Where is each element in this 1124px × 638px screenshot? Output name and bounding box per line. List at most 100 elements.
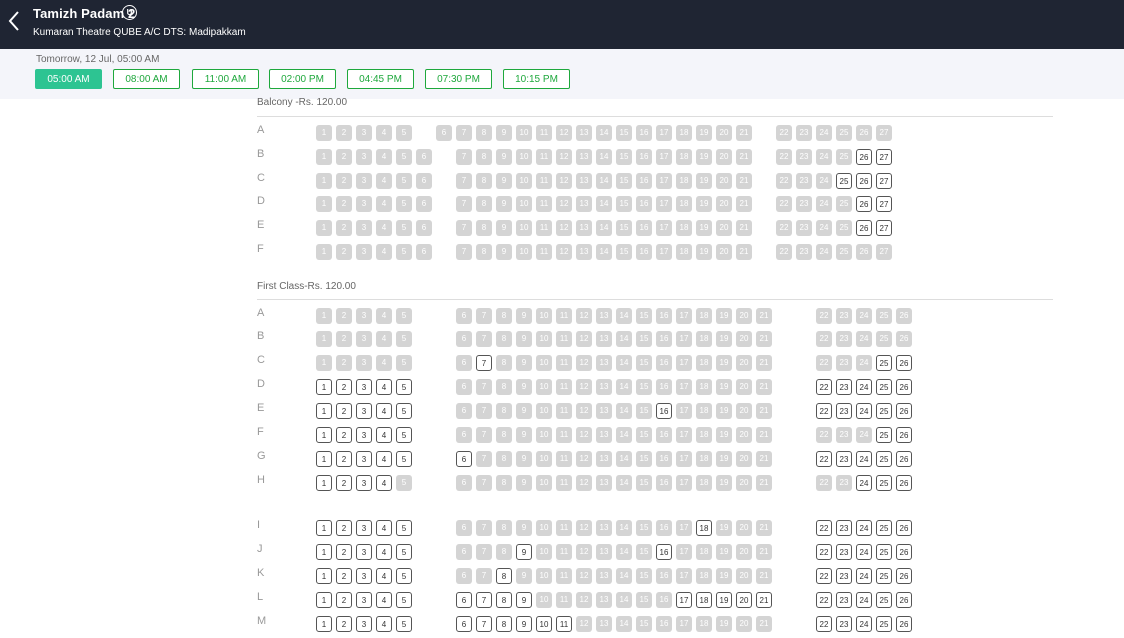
seat-L-25[interactable]: 25 xyxy=(876,592,892,608)
seat-J-25[interactable]: 25 xyxy=(876,544,892,560)
seat-J-2[interactable]: 2 xyxy=(336,544,352,560)
seat-K-3[interactable]: 3 xyxy=(356,568,372,584)
seat-D-1[interactable]: 1 xyxy=(316,379,332,395)
seat-H-24[interactable]: 24 xyxy=(856,475,872,491)
seat-M-1[interactable]: 1 xyxy=(316,616,332,632)
seat-E-2[interactable]: 2 xyxy=(336,403,352,419)
seat-K-8[interactable]: 8 xyxy=(496,568,512,584)
back-arrow-icon[interactable] xyxy=(6,8,24,34)
seat-L-5[interactable]: 5 xyxy=(396,592,412,608)
seat-M-26[interactable]: 26 xyxy=(896,616,912,632)
seat-C-25[interactable]: 25 xyxy=(836,173,852,189)
seat-E-23[interactable]: 23 xyxy=(836,403,852,419)
seat-L-26[interactable]: 26 xyxy=(896,592,912,608)
seat-K-1[interactable]: 1 xyxy=(316,568,332,584)
seat-K-23[interactable]: 23 xyxy=(836,568,852,584)
seat-H-3[interactable]: 3 xyxy=(356,475,372,491)
seat-G-5[interactable]: 5 xyxy=(396,451,412,467)
showtime-button[interactable]: 07:30 PM xyxy=(425,69,492,89)
seat-L-19[interactable]: 19 xyxy=(716,592,732,608)
seat-H-26[interactable]: 26 xyxy=(896,475,912,491)
seat-B-26[interactable]: 26 xyxy=(856,149,872,165)
seat-E-24[interactable]: 24 xyxy=(856,403,872,419)
seat-D-26[interactable]: 26 xyxy=(856,196,872,212)
showtime-button[interactable]: 10:15 PM xyxy=(503,69,570,89)
seat-L-24[interactable]: 24 xyxy=(856,592,872,608)
seat-E-4[interactable]: 4 xyxy=(376,403,392,419)
seat-M-22[interactable]: 22 xyxy=(816,616,832,632)
seat-C-26[interactable]: 26 xyxy=(856,173,872,189)
seat-J-22[interactable]: 22 xyxy=(816,544,832,560)
seat-J-3[interactable]: 3 xyxy=(356,544,372,560)
seat-J-5[interactable]: 5 xyxy=(396,544,412,560)
seat-L-21[interactable]: 21 xyxy=(756,592,772,608)
seat-M-3[interactable]: 3 xyxy=(356,616,372,632)
seat-I-26[interactable]: 26 xyxy=(896,520,912,536)
seat-L-9[interactable]: 9 xyxy=(516,592,532,608)
seat-K-25[interactable]: 25 xyxy=(876,568,892,584)
seat-E-27[interactable]: 27 xyxy=(876,220,892,236)
showtime-button[interactable]: 11:00 AM xyxy=(192,69,259,89)
seat-E-5[interactable]: 5 xyxy=(396,403,412,419)
seat-G-1[interactable]: 1 xyxy=(316,451,332,467)
seat-H-1[interactable]: 1 xyxy=(316,475,332,491)
seat-D-4[interactable]: 4 xyxy=(376,379,392,395)
seat-D-3[interactable]: 3 xyxy=(356,379,372,395)
seat-L-3[interactable]: 3 xyxy=(356,592,372,608)
seat-F-4[interactable]: 4 xyxy=(376,427,392,443)
seat-C-26[interactable]: 26 xyxy=(896,355,912,371)
seat-D-27[interactable]: 27 xyxy=(876,196,892,212)
seat-K-4[interactable]: 4 xyxy=(376,568,392,584)
seat-M-5[interactable]: 5 xyxy=(396,616,412,632)
seat-K-2[interactable]: 2 xyxy=(336,568,352,584)
seat-D-5[interactable]: 5 xyxy=(396,379,412,395)
seat-L-4[interactable]: 4 xyxy=(376,592,392,608)
seat-C-27[interactable]: 27 xyxy=(876,173,892,189)
seat-M-8[interactable]: 8 xyxy=(496,616,512,632)
seat-E-16[interactable]: 16 xyxy=(656,403,672,419)
seat-G-24[interactable]: 24 xyxy=(856,451,872,467)
seat-I-4[interactable]: 4 xyxy=(376,520,392,536)
seat-L-1[interactable]: 1 xyxy=(316,592,332,608)
seat-G-6[interactable]: 6 xyxy=(456,451,472,467)
seat-L-8[interactable]: 8 xyxy=(496,592,512,608)
showtime-button[interactable]: 02:00 PM xyxy=(269,69,336,89)
seat-F-2[interactable]: 2 xyxy=(336,427,352,443)
seat-G-25[interactable]: 25 xyxy=(876,451,892,467)
seat-E-22[interactable]: 22 xyxy=(816,403,832,419)
seat-J-23[interactable]: 23 xyxy=(836,544,852,560)
seat-F-1[interactable]: 1 xyxy=(316,427,332,443)
seat-E-3[interactable]: 3 xyxy=(356,403,372,419)
seat-D-25[interactable]: 25 xyxy=(876,379,892,395)
seat-E-26[interactable]: 26 xyxy=(896,403,912,419)
seat-G-22[interactable]: 22 xyxy=(816,451,832,467)
seat-E-1[interactable]: 1 xyxy=(316,403,332,419)
seat-G-2[interactable]: 2 xyxy=(336,451,352,467)
seat-D-24[interactable]: 24 xyxy=(856,379,872,395)
seat-L-17[interactable]: 17 xyxy=(676,592,692,608)
seat-K-24[interactable]: 24 xyxy=(856,568,872,584)
seat-K-5[interactable]: 5 xyxy=(396,568,412,584)
seat-I-2[interactable]: 2 xyxy=(336,520,352,536)
seat-F-5[interactable]: 5 xyxy=(396,427,412,443)
seat-M-23[interactable]: 23 xyxy=(836,616,852,632)
seat-J-24[interactable]: 24 xyxy=(856,544,872,560)
seat-M-24[interactable]: 24 xyxy=(856,616,872,632)
seat-I-18[interactable]: 18 xyxy=(696,520,712,536)
seat-L-22[interactable]: 22 xyxy=(816,592,832,608)
seat-J-4[interactable]: 4 xyxy=(376,544,392,560)
seat-L-20[interactable]: 20 xyxy=(736,592,752,608)
seat-K-26[interactable]: 26 xyxy=(896,568,912,584)
seat-I-24[interactable]: 24 xyxy=(856,520,872,536)
seat-J-9[interactable]: 9 xyxy=(516,544,532,560)
seat-E-25[interactable]: 25 xyxy=(876,403,892,419)
seat-L-23[interactable]: 23 xyxy=(836,592,852,608)
seat-E-26[interactable]: 26 xyxy=(856,220,872,236)
seat-G-26[interactable]: 26 xyxy=(896,451,912,467)
seat-C-25[interactable]: 25 xyxy=(876,355,892,371)
seat-G-3[interactable]: 3 xyxy=(356,451,372,467)
seat-H-2[interactable]: 2 xyxy=(336,475,352,491)
seat-M-6[interactable]: 6 xyxy=(456,616,472,632)
seat-L-7[interactable]: 7 xyxy=(476,592,492,608)
seat-L-2[interactable]: 2 xyxy=(336,592,352,608)
